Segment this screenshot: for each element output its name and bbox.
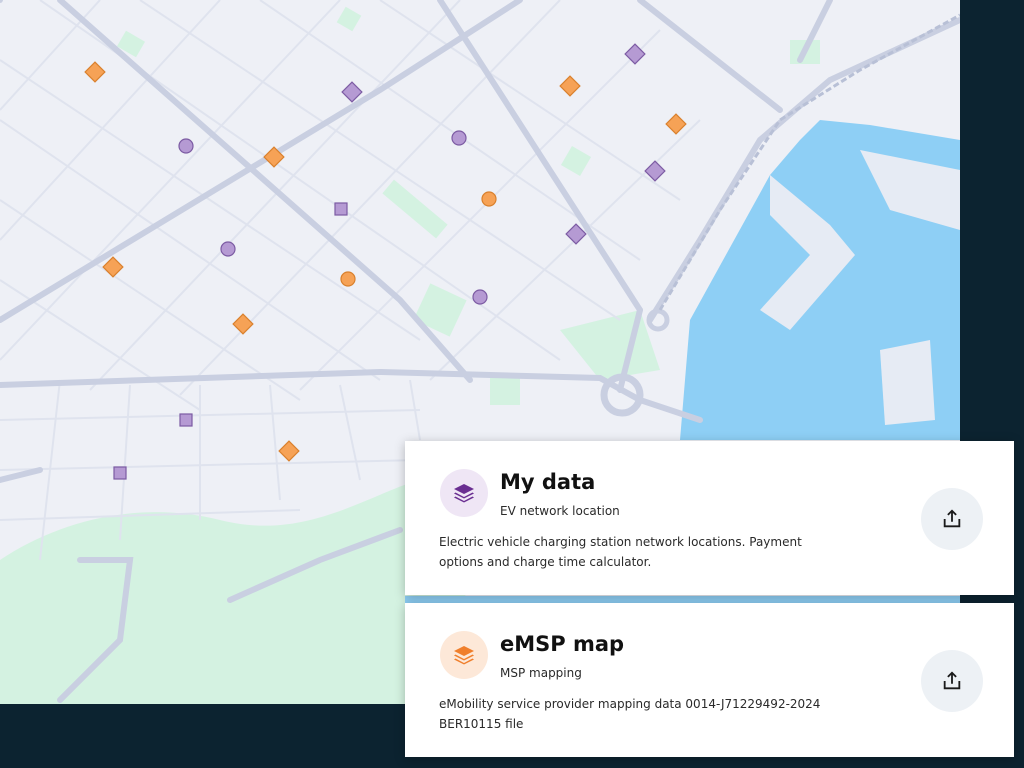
orange-diamond-marker[interactable]: [665, 113, 687, 135]
park-area: [382, 179, 448, 239]
purple-diamond-marker[interactable]: [341, 81, 363, 103]
orange-circle-marker[interactable]: [340, 271, 356, 287]
park-area: [560, 310, 660, 380]
map-markers[interactable]: [84, 43, 687, 480]
water-strip: [405, 596, 960, 603]
data-layer-card-my-data[interactable]: My data EV network location Electric veh…: [405, 441, 1014, 595]
orange-circle-marker[interactable]: [481, 191, 497, 207]
card-subtitle: EV network location: [500, 504, 620, 518]
card-subtitle: MSP mapping: [500, 666, 582, 680]
data-layer-card-emsp-map[interactable]: eMSP map MSP mapping eMobility service p…: [405, 603, 1014, 757]
park-area: [0, 470, 470, 704]
park-area: [336, 6, 362, 32]
purple-circle-marker[interactable]: [472, 289, 488, 305]
park-area: [560, 145, 592, 177]
orange-diamond-marker[interactable]: [232, 313, 254, 335]
orange-diamond-marker[interactable]: [559, 75, 581, 97]
purple-circle-marker[interactable]: [451, 130, 467, 146]
card-title: My data: [500, 470, 596, 494]
orange-diamond-marker[interactable]: [84, 61, 106, 83]
purple-square-marker[interactable]: [179, 413, 193, 427]
layers-icon: [440, 631, 488, 679]
purple-circle-marker[interactable]: [178, 138, 194, 154]
share-icon: [943, 671, 961, 690]
share-icon: [943, 509, 961, 528]
card-description: Electric vehicle charging station networ…: [439, 535, 802, 569]
purple-circle-marker[interactable]: [220, 241, 236, 257]
card-description: eMobility service provider mapping data …: [439, 697, 821, 731]
orange-diamond-marker[interactable]: [102, 256, 124, 278]
park-area: [490, 375, 520, 405]
orange-diamond-marker[interactable]: [278, 440, 300, 462]
purple-square-marker[interactable]: [334, 202, 348, 216]
share-button[interactable]: [921, 488, 983, 550]
map-canvas[interactable]: [0, 0, 960, 704]
share-button[interactable]: [921, 650, 983, 712]
layers-icon: [440, 469, 488, 517]
card-title: eMSP map: [500, 632, 625, 656]
pier: [880, 340, 935, 425]
map-view[interactable]: [0, 0, 960, 704]
purple-square-marker[interactable]: [113, 466, 127, 480]
